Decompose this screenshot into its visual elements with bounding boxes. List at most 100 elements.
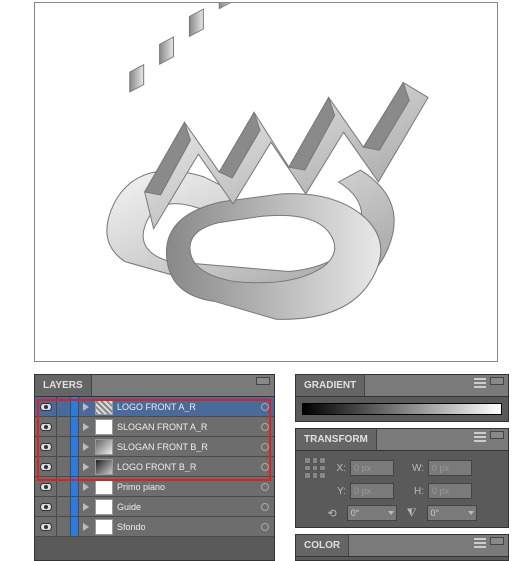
panel-collapse-icon[interactable] bbox=[490, 537, 504, 545]
x-label: X: bbox=[334, 463, 346, 474]
visibility-toggle[interactable] bbox=[35, 457, 57, 476]
target-button[interactable] bbox=[256, 463, 274, 471]
target-button[interactable] bbox=[256, 443, 274, 451]
layer-row[interactable]: LOGO FRONT B_R bbox=[35, 457, 274, 477]
shear-icon: ⧨ bbox=[407, 507, 417, 520]
chevron-right-icon bbox=[83, 523, 89, 531]
layer-name[interactable]: SLOGAN FRONT A_R bbox=[115, 422, 256, 432]
chevron-right-icon bbox=[83, 403, 89, 411]
chevron-right-icon bbox=[83, 483, 89, 491]
panel-collapse-icon[interactable] bbox=[490, 377, 504, 385]
layer-color-indicator bbox=[71, 417, 79, 436]
layer-name[interactable]: LOGO FRONT B_R bbox=[115, 462, 256, 472]
panel-menu-icon[interactable] bbox=[474, 432, 486, 442]
chevron-right-icon bbox=[83, 423, 89, 431]
layer-row[interactable]: Primo piano bbox=[35, 477, 274, 497]
tab-transform[interactable]: TRANSFORM bbox=[296, 429, 377, 450]
gradient-panel: GRADIENT bbox=[295, 374, 509, 422]
rotate-icon: ⟲ bbox=[327, 507, 336, 520]
x-field[interactable]: 0 px bbox=[350, 460, 394, 476]
artboard[interactable] bbox=[34, 2, 498, 362]
circle-icon bbox=[261, 423, 269, 431]
y-label: Y: bbox=[334, 486, 346, 497]
lock-cell[interactable] bbox=[57, 477, 71, 496]
panel-collapse-icon[interactable] bbox=[490, 431, 504, 439]
circle-icon bbox=[261, 463, 269, 471]
chevron-right-icon bbox=[83, 443, 89, 451]
shear-field[interactable]: 0° bbox=[427, 505, 477, 521]
lock-cell[interactable] bbox=[57, 497, 71, 516]
eye-icon bbox=[40, 443, 52, 451]
layer-name[interactable]: SLOGAN FRONT B_R bbox=[115, 442, 256, 452]
chevron-right-icon bbox=[83, 503, 89, 511]
eye-icon bbox=[40, 423, 52, 431]
eye-icon bbox=[40, 503, 52, 511]
lock-cell[interactable] bbox=[57, 417, 71, 436]
layer-color-indicator bbox=[71, 497, 79, 516]
layer-row[interactable]: Guide bbox=[35, 497, 274, 517]
eye-icon bbox=[40, 403, 52, 411]
panel-collapse-icon[interactable] bbox=[256, 377, 270, 385]
chevron-right-icon bbox=[83, 463, 89, 471]
layer-color-indicator bbox=[71, 437, 79, 456]
lock-cell[interactable] bbox=[57, 397, 71, 416]
w-field[interactable]: 0 px bbox=[428, 460, 472, 476]
gradient-preview[interactable] bbox=[302, 403, 502, 415]
layer-row[interactable]: Sfondo bbox=[35, 517, 274, 537]
layer-row[interactable]: LOGO FRONT A_R bbox=[35, 397, 274, 417]
layer-name[interactable]: Sfondo bbox=[115, 522, 256, 532]
layer-row[interactable]: SLOGAN FRONT B_R bbox=[35, 437, 274, 457]
eye-icon bbox=[40, 523, 52, 531]
layer-color-indicator bbox=[71, 517, 79, 536]
panel-menu-icon[interactable] bbox=[474, 538, 486, 548]
circle-icon bbox=[261, 523, 269, 531]
layer-name[interactable]: Guide bbox=[115, 502, 256, 512]
layer-thumbnail bbox=[95, 519, 113, 535]
visibility-toggle[interactable] bbox=[35, 417, 57, 436]
rotate-field[interactable]: 0° bbox=[347, 505, 397, 521]
circle-icon bbox=[261, 443, 269, 451]
panel-menu-icon[interactable] bbox=[474, 378, 486, 388]
target-button[interactable] bbox=[256, 503, 274, 511]
layer-name[interactable]: LOGO FRONT A_R bbox=[115, 402, 256, 412]
expand-arrow[interactable] bbox=[79, 523, 93, 531]
visibility-toggle[interactable] bbox=[35, 437, 57, 456]
visibility-toggle[interactable] bbox=[35, 397, 57, 416]
layer-thumbnail bbox=[95, 499, 113, 515]
expand-arrow[interactable] bbox=[79, 483, 93, 491]
reference-point-grid[interactable] bbox=[304, 457, 326, 479]
layer-name[interactable]: Primo piano bbox=[115, 482, 256, 492]
tab-layers[interactable]: LAYERS bbox=[35, 375, 92, 396]
h-field[interactable]: 0 px bbox=[428, 483, 472, 499]
expand-arrow[interactable] bbox=[79, 503, 93, 511]
visibility-toggle[interactable] bbox=[35, 517, 57, 536]
layer-color-indicator bbox=[71, 477, 79, 496]
lock-cell[interactable] bbox=[57, 437, 71, 456]
visibility-toggle[interactable] bbox=[35, 477, 57, 496]
expand-arrow[interactable] bbox=[79, 423, 93, 431]
expand-arrow[interactable] bbox=[79, 443, 93, 451]
target-button[interactable] bbox=[256, 423, 274, 431]
target-button[interactable] bbox=[256, 523, 274, 531]
lock-cell[interactable] bbox=[57, 457, 71, 476]
w-label: W: bbox=[412, 463, 424, 474]
visibility-toggle[interactable] bbox=[35, 497, 57, 516]
expand-arrow[interactable] bbox=[79, 403, 93, 411]
layer-thumbnail bbox=[95, 479, 113, 495]
logo-artwork bbox=[35, 3, 497, 361]
circle-icon bbox=[261, 403, 269, 411]
panel-tabs: LAYERS bbox=[35, 375, 274, 397]
h-label: H: bbox=[412, 486, 424, 497]
expand-arrow[interactable] bbox=[79, 463, 93, 471]
y-field[interactable]: 0 px bbox=[350, 483, 394, 499]
lock-cell[interactable] bbox=[57, 517, 71, 536]
layer-thumbnail bbox=[95, 439, 113, 455]
target-button[interactable] bbox=[256, 483, 274, 491]
tab-color[interactable]: COLOR bbox=[296, 535, 349, 556]
layer-thumbnail bbox=[95, 459, 113, 475]
tab-gradient[interactable]: GRADIENT bbox=[296, 375, 365, 396]
layer-row[interactable]: SLOGAN FRONT A_R bbox=[35, 417, 274, 437]
target-button[interactable] bbox=[256, 403, 274, 411]
circle-icon bbox=[261, 503, 269, 511]
layer-thumbnail bbox=[95, 399, 113, 415]
